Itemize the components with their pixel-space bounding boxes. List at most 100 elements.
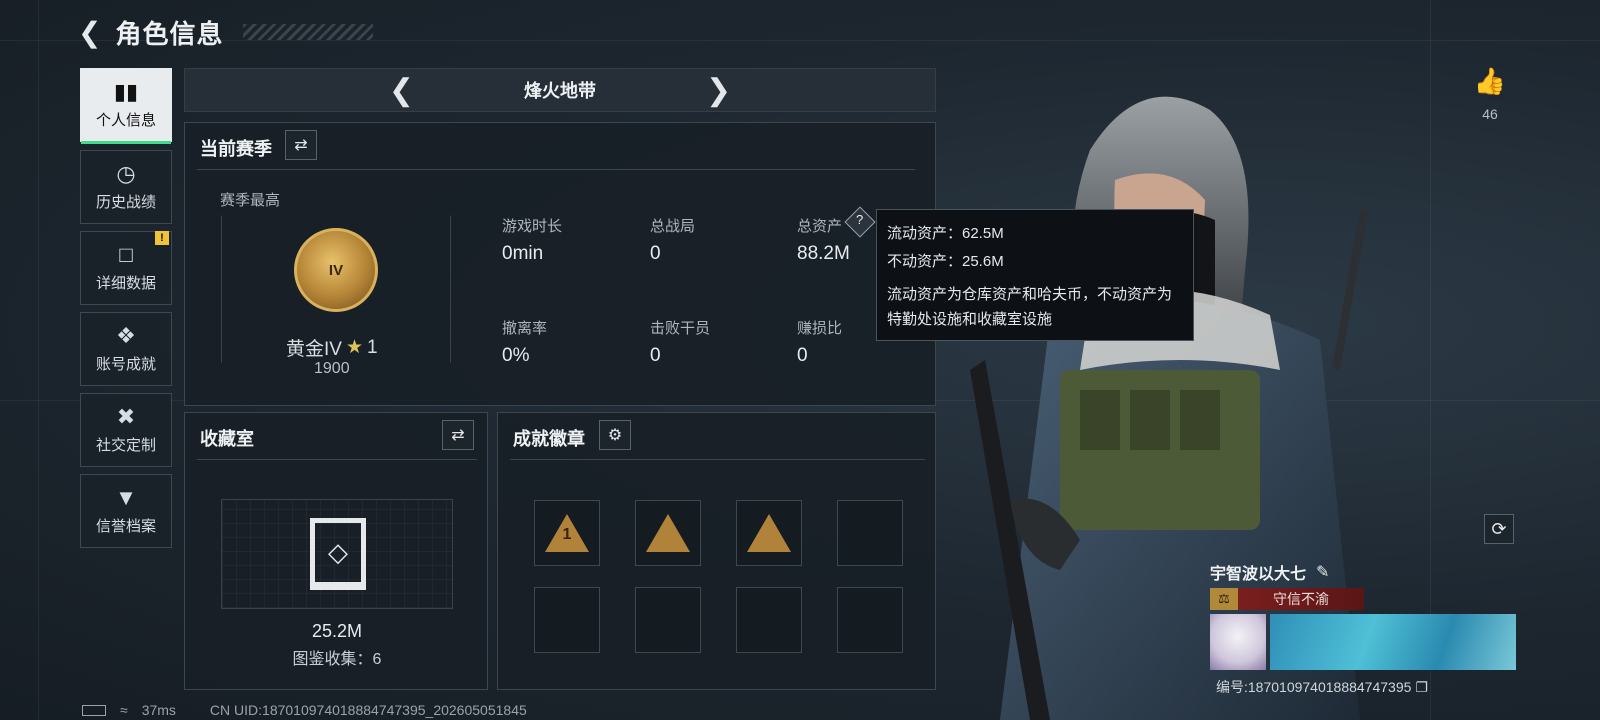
rank-roman: IV bbox=[328, 261, 344, 279]
achievement-badge[interactable] bbox=[736, 500, 802, 566]
display-case-icon: ◇ bbox=[310, 518, 366, 590]
folder-icon: □ bbox=[119, 241, 133, 267]
achievement-slot-empty[interactable] bbox=[837, 500, 903, 566]
assets-tooltip: 流动资产：62.5M 不动资产：25.6M 流动资产为仓库资产和哈夫币，不动资产… bbox=[876, 209, 1194, 341]
stat-label: 总战局 bbox=[650, 218, 696, 235]
achievement-slot-empty[interactable] bbox=[534, 587, 600, 653]
player-name: 宇智波以大七 bbox=[1210, 566, 1307, 583]
hourglass-badge-icon bbox=[646, 514, 690, 552]
sidebar-item-history[interactable]: ◷ 历史战绩 bbox=[80, 150, 172, 224]
rank-frame: IV 黄金IV ★ 1 1900 bbox=[221, 215, 451, 377]
stat-value: 0 bbox=[797, 345, 808, 366]
page-header: ❮ 角色信息 bbox=[78, 12, 374, 52]
sidebar-item-social[interactable]: ✖ 社交定制 bbox=[80, 393, 172, 467]
back-arrow-icon[interactable]: ❮ bbox=[78, 16, 101, 49]
sidebar-item-label: 账号成就 bbox=[95, 355, 156, 373]
stat-value: 0 bbox=[650, 345, 661, 366]
season-best-label: 赛季最高 bbox=[220, 192, 281, 209]
stat-value: 0% bbox=[502, 345, 530, 366]
collection-value: 25.2M bbox=[311, 621, 363, 641]
season-panel: 当前赛季 ⇄ 赛季最高 IV 黄金IV ★ 1 1900 游戏时长 0min 总… bbox=[184, 122, 936, 406]
rank-name-row: 黄金IV ★ 1 bbox=[286, 334, 378, 361]
stat-label: 赚损比 bbox=[797, 320, 843, 337]
badge-number: 1 bbox=[562, 526, 572, 543]
grid-line bbox=[38, 0, 39, 720]
collection-showcase[interactable]: ◇ bbox=[221, 499, 453, 609]
sidebar-item-label: 信誉档案 bbox=[95, 517, 156, 535]
sidebar-item-label: 详细数据 bbox=[95, 274, 156, 292]
stat-value: 0min bbox=[502, 243, 544, 264]
grid-line bbox=[1430, 0, 1431, 720]
refresh-icon[interactable]: ⟳ bbox=[1484, 514, 1514, 544]
swap-icon[interactable]: ⇄ bbox=[442, 420, 474, 450]
liquid-assets: 流动资产：62.5M bbox=[887, 225, 1004, 242]
stat-label: 游戏时长 bbox=[502, 218, 563, 235]
achievements-panel: 成就徽章 ⚙ 1 bbox=[497, 412, 936, 690]
page-title: 角色信息 bbox=[115, 18, 224, 49]
wifi-icon: ≈ bbox=[120, 702, 128, 718]
chevron-right-icon[interactable]: ❯ bbox=[706, 73, 731, 108]
divider bbox=[197, 169, 915, 170]
uid-label: CN UID:187010974018884747395_20260505184… bbox=[209, 702, 527, 718]
alert-badge: ! bbox=[155, 231, 169, 245]
rank-points: 1900 bbox=[314, 360, 350, 377]
sidebar-item-label: 历史战绩 bbox=[95, 193, 156, 211]
achievement-badge[interactable] bbox=[635, 500, 701, 566]
player-id-row: 编号:187010974018884747395 ❐ bbox=[1216, 677, 1428, 697]
collection-panel: 收藏室 ⇄ ◇ 25.2M 图鉴收集：6 bbox=[184, 412, 488, 690]
rank-medal-icon: IV bbox=[294, 228, 378, 312]
mode-selector: ❮ 烽火地带 ❯ bbox=[184, 68, 936, 112]
copy-icon[interactable]: ❐ bbox=[1415, 679, 1428, 696]
help-question-mark: ? bbox=[856, 212, 864, 227]
achievement-slot-empty[interactable] bbox=[635, 587, 701, 653]
gear-icon[interactable]: ⚙ bbox=[599, 420, 631, 450]
ping-value: 37ms bbox=[141, 702, 176, 718]
divider bbox=[510, 459, 925, 460]
achievement-slot-empty[interactable] bbox=[837, 587, 903, 653]
trophy-icon: ❖ bbox=[116, 322, 136, 348]
fixed-assets: 不动资产：25.6M bbox=[887, 253, 1004, 270]
achievement-badge[interactable]: 1 bbox=[534, 500, 600, 566]
wrench-icon: ✖ bbox=[116, 403, 136, 429]
achievement-slot-empty[interactable] bbox=[736, 587, 802, 653]
assets-description: 流动资产为仓库资产和哈夫币，不动资产为特勤处设施和收藏室设施 bbox=[887, 286, 1173, 328]
player-banner[interactable] bbox=[1270, 614, 1516, 670]
stat-label: 总资产 bbox=[797, 218, 843, 235]
sidebar-item-detailed-data[interactable]: ! □ 详细数据 bbox=[80, 231, 172, 305]
stat-label: 击败干员 bbox=[650, 320, 711, 337]
battery-icon bbox=[82, 704, 106, 716]
reputation-icon: ⚖ bbox=[1218, 591, 1230, 606]
header-decoration bbox=[243, 24, 374, 40]
player-name-row: 宇智波以大七 ✎ bbox=[1210, 560, 1329, 584]
star-icon: ★ bbox=[345, 337, 363, 358]
sidebar-item-achievements[interactable]: ❖ 账号成就 bbox=[80, 312, 172, 386]
season-title: 当前赛季 bbox=[200, 139, 272, 159]
reputation-bar: ⚖ 守信不渝 bbox=[1210, 588, 1364, 610]
collection-title: 收藏室 bbox=[200, 429, 254, 449]
eye-badge-icon bbox=[747, 514, 791, 552]
game-screen: ❮ 角色信息 ▮▮ 个人信息 ◷ 历史战绩 ! □ 详细数据 ❖ 账号成就 ✖ … bbox=[0, 0, 1600, 720]
rank-stars: 1 bbox=[367, 336, 378, 358]
divider bbox=[197, 459, 477, 460]
swap-icon[interactable]: ⇄ bbox=[285, 130, 317, 160]
achievements-title: 成就徽章 bbox=[513, 429, 585, 449]
mode-title: 烽火地带 bbox=[524, 81, 596, 101]
shield-icon: ▼ bbox=[115, 484, 137, 510]
sidebar-item-label: 社交定制 bbox=[95, 436, 156, 454]
sidebar-item-label: 个人信息 bbox=[95, 111, 156, 129]
sidebar-item-personal-info[interactable]: ▮▮ 个人信息 bbox=[80, 68, 172, 144]
thumbs-up-icon[interactable]: 👍 bbox=[1470, 66, 1510, 96]
sidebar-item-reputation[interactable]: ▼ 信誉档案 bbox=[80, 474, 172, 548]
bar-chart-icon: ▮▮ bbox=[113, 78, 139, 104]
player-id: 编号:187010974018884747395 bbox=[1216, 679, 1412, 695]
likes-count: 46 bbox=[1482, 106, 1498, 122]
edit-icon[interactable]: ✎ bbox=[1316, 562, 1329, 582]
rank-one-badge-icon: 1 bbox=[545, 514, 589, 552]
chevron-left-icon[interactable]: ❮ bbox=[389, 73, 414, 108]
stat-value: 88.2M bbox=[797, 243, 850, 264]
stat-label: 撤离率 bbox=[502, 320, 548, 337]
collection-count: 图鉴收集：6 bbox=[292, 651, 382, 668]
player-avatar[interactable] bbox=[1210, 614, 1266, 670]
stat-value: 0 bbox=[650, 243, 661, 264]
clock-icon: ◷ bbox=[116, 160, 136, 186]
